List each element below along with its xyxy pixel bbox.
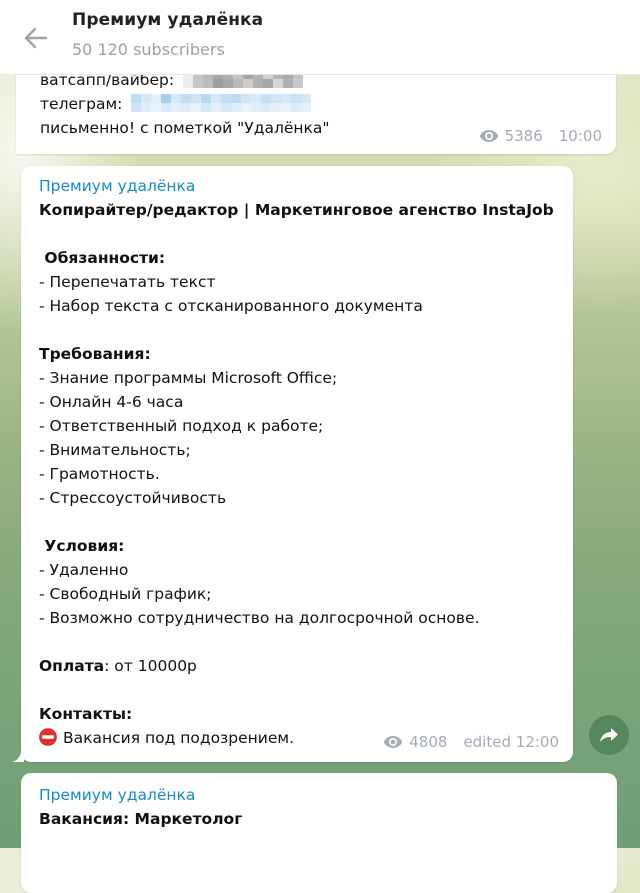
list-item: - Возможно сотрудничество на долгосрочно…	[39, 609, 480, 627]
section-heading-duties: Обязанности:	[39, 249, 166, 267]
redacted-telegram-handle	[131, 93, 312, 112]
list-item: - Стрессоустойчивость	[39, 489, 227, 507]
view-count: 5386	[504, 127, 543, 145]
warning-line: Вакансия под подозрением.	[39, 726, 294, 750]
contact-line-telegram: телеграм:	[40, 92, 312, 116]
list-item: - Перепечатать текст	[39, 273, 216, 291]
list-item: - Внимательность;	[39, 441, 191, 459]
warning-text: Вакансия под подозрением.	[63, 729, 295, 747]
message-time: 10:00	[558, 127, 602, 145]
list-item: - Грамотность.	[39, 465, 160, 483]
no-entry-icon	[39, 727, 57, 746]
list-item: - Свободный график;	[39, 585, 212, 603]
sender-name[interactable]: Премиум удалёнка	[39, 783, 195, 807]
list-item: - Удаленно	[39, 561, 129, 579]
list-item: - Знание программы Microsoft Office;	[39, 369, 338, 387]
section-heading-requirements: Требования:	[39, 345, 151, 363]
sender-name[interactable]: Премиум удалёнка	[39, 174, 195, 198]
view-count: 4808	[409, 733, 448, 751]
chat-header: Премиум удалёнка 50 120 subscribers	[0, 0, 640, 75]
vacancy-title: Вакансия: Маркетолог	[39, 810, 243, 828]
channel-title[interactable]: Премиум удалёнка	[72, 10, 263, 30]
share-button[interactable]	[589, 715, 629, 755]
payment-value: : от 10000р	[104, 657, 197, 675]
eye-icon	[383, 735, 403, 749]
list-item: - Онлайн 4-6 часа	[39, 393, 184, 411]
list-item: - Набор текста с отсканированного докуме…	[39, 297, 423, 315]
payment-line: Оплата: от 10000р	[39, 654, 197, 678]
telegram-label: телеграм:	[40, 95, 123, 113]
contacts-heading: Контакты:	[39, 705, 133, 723]
back-button[interactable]	[18, 20, 54, 56]
edited-time: edited 12:00	[463, 733, 559, 751]
bubble-tail	[12, 744, 24, 762]
message-feed[interactable]: ватсапп/вайбер: телеграм: письменно! с п…	[0, 0, 640, 893]
contact-note: письменно! с пометкой "Удалёнка"	[40, 119, 330, 137]
eye-icon	[479, 129, 499, 143]
message-meta: 5386 10:00	[479, 124, 602, 148]
message-meta: 4808 edited 12:00	[383, 730, 559, 754]
message-bubble: Премиум удалёнка Копирайтер/редактор | М…	[12, 166, 573, 762]
payment-label: Оплата	[39, 657, 105, 675]
section-heading-conditions: Условия:	[39, 537, 125, 555]
arrow-left-icon	[24, 27, 48, 49]
subscriber-count: 50 120 subscribers	[72, 40, 225, 59]
vacancy-title: Копирайтер/редактор | Маркетинговое аген…	[39, 201, 554, 219]
share-arrow-icon	[599, 727, 619, 743]
message-bubble: Премиум удалёнка Вакансия: Маркетолог	[21, 773, 617, 893]
list-item: - Ответственный подход к работе;	[39, 417, 324, 435]
